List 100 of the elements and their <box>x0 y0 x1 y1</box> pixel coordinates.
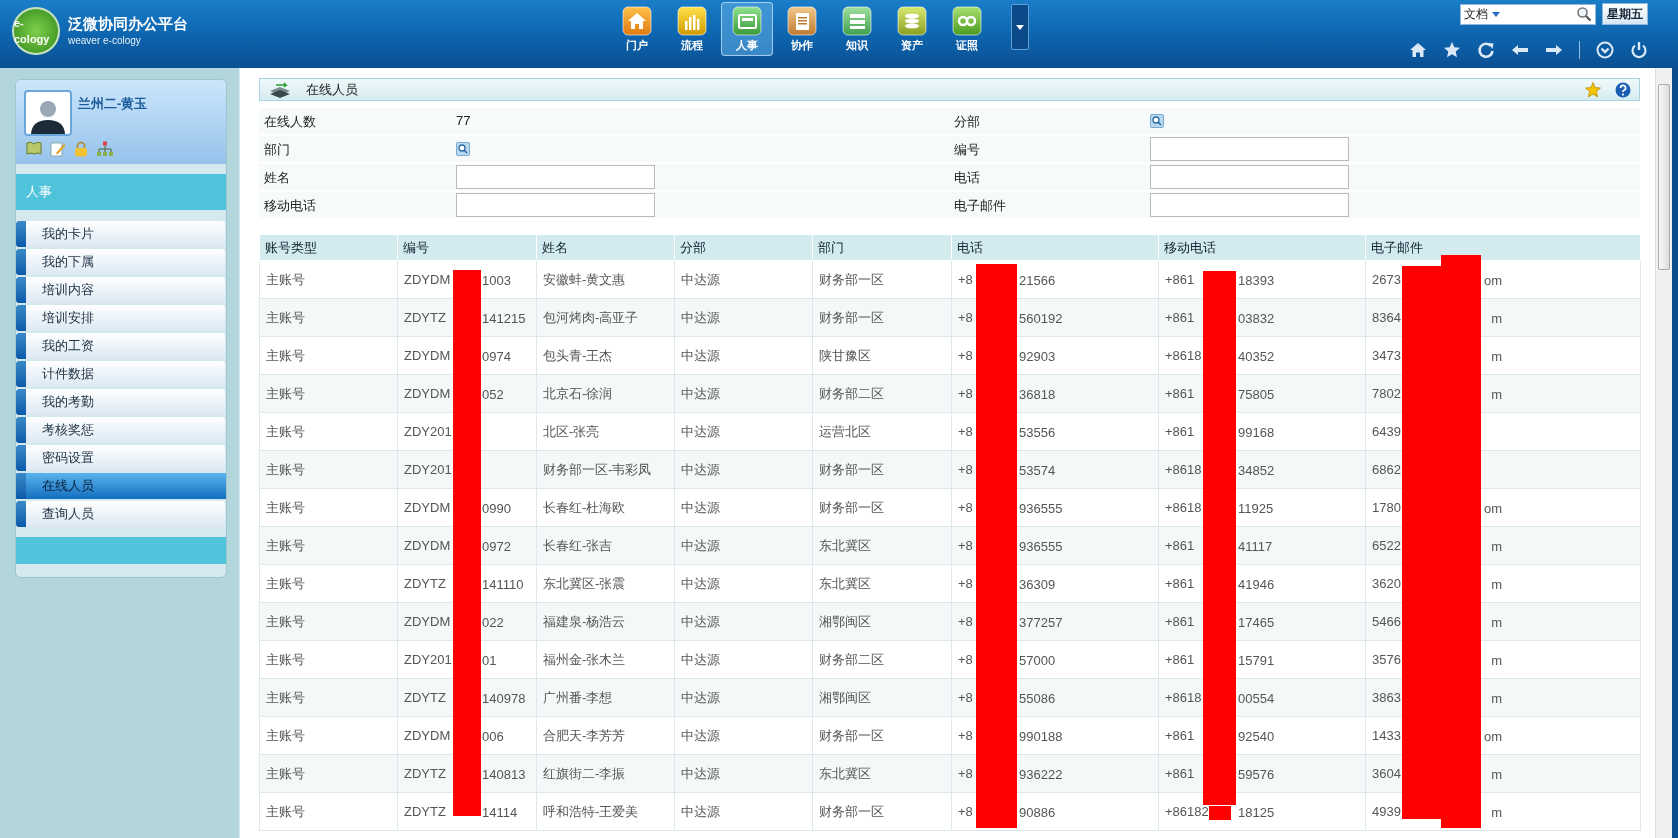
table-cell-text: m <box>1491 576 1502 594</box>
sidebar-item[interactable]: 考核奖惩 <box>16 417 225 443</box>
search-icon[interactable] <box>456 142 470 156</box>
table-cell: 财务部一区 <box>819 803 884 819</box>
input-field[interactable] <box>1150 193 1349 217</box>
sidebar-item[interactable]: 计件数据 <box>16 361 225 387</box>
table-cell-text: m <box>1491 614 1502 632</box>
table-cell: +8 <box>958 613 973 629</box>
chain-link-icon <box>952 6 982 36</box>
input-field[interactable] <box>456 165 655 189</box>
table-cell: +8 <box>958 423 973 439</box>
table-cell-text: 377257 <box>1019 614 1063 632</box>
table-cell: +8 <box>958 803 973 819</box>
sidebar-item[interactable]: 密码设置 <box>16 445 225 471</box>
column-header: 电子邮件 <box>1371 239 1423 255</box>
table-cell: 3863 <box>1372 689 1401 705</box>
table-cell-text: 140978 <box>482 690 526 708</box>
table-cell: ZDYDM <box>404 537 451 553</box>
app-title: 泛微协同办公平台 <box>68 14 188 34</box>
table-cell: 中达源 <box>681 271 720 287</box>
nav-tab[interactable]: 知识 <box>831 2 883 56</box>
table-cell-text: 55086 <box>1019 690 1056 708</box>
input-field[interactable] <box>456 193 655 217</box>
table-cell: +861 <box>1165 575 1195 591</box>
table-cell: ZDYDM <box>404 385 451 401</box>
table-cell-text: 990188 <box>1019 728 1063 746</box>
table-cell: 包头青-王杰 <box>543 347 613 363</box>
table-cell: 中达源 <box>681 575 720 591</box>
table-cell-text: 052 <box>482 386 504 404</box>
search-field[interactable]: 文档 <box>1460 3 1596 25</box>
input-field[interactable] <box>1150 137 1349 161</box>
table-cell-text: 0990 <box>482 500 511 518</box>
table-cell: ZDYDM <box>404 499 451 515</box>
table-cell: +8618 <box>1165 499 1202 515</box>
field-label: 电子邮件 <box>954 198 1006 213</box>
table-cell-text: m <box>1491 348 1502 366</box>
table-cell: ZDYTZ <box>404 575 446 591</box>
table-cell-text: 53556 <box>1019 424 1056 442</box>
table-cell: 主账号 <box>266 765 305 781</box>
table-cell: 长春红-张吉 <box>543 537 613 553</box>
table-cell-text: 36309 <box>1019 576 1056 594</box>
star-icon[interactable] <box>1585 81 1601 98</box>
star-icon[interactable] <box>1443 41 1461 59</box>
table-cell-text: 01 <box>482 652 497 670</box>
table-cell: 6862 <box>1372 461 1401 477</box>
more-button[interactable] <box>1011 4 1029 50</box>
sidebar-item[interactable]: 查询人员 <box>16 501 225 527</box>
column-header: 部门 <box>818 239 844 255</box>
sidebar-item[interactable]: 培训内容 <box>16 277 225 303</box>
table-cell-text: 936222 <box>1019 766 1063 784</box>
nav-tab[interactable]: 流程 <box>666 2 718 56</box>
table-cell-text: 41117 <box>1238 538 1273 556</box>
table-cell: 北京石-徐润 <box>543 385 613 401</box>
sidebar-item[interactable]: 我的工资 <box>16 333 225 359</box>
table-cell: +861 <box>1165 651 1195 667</box>
nav-tab[interactable]: 资产 <box>886 2 938 56</box>
home-icon[interactable] <box>1409 41 1427 59</box>
nav-tab[interactable]: 协作 <box>776 2 828 56</box>
table-cell-text: 41946 <box>1238 576 1275 594</box>
nav-tab[interactable]: 证照 <box>941 2 993 56</box>
field-label: 部门 <box>264 142 290 157</box>
table-cell-text: m <box>1491 310 1502 328</box>
nav-tab[interactable]: 人事 <box>721 2 773 56</box>
table-cell-text: 14114 <box>482 804 518 822</box>
sidebar-item[interactable]: 我的下属 <box>16 249 225 275</box>
lock-icon <box>74 141 88 157</box>
table-cell: 中达源 <box>681 613 720 629</box>
search-icon[interactable] <box>1150 114 1164 128</box>
table-cell: 主账号 <box>266 271 305 287</box>
field-label: 编号 <box>954 142 980 157</box>
table-cell: 财务部一区 <box>819 271 884 287</box>
org-chart-icon <box>96 141 114 157</box>
table-cell: +8618 <box>1165 347 1202 363</box>
weekday-button[interactable]: 星期五 <box>1602 3 1648 25</box>
table-cell: 主账号 <box>266 727 305 743</box>
chevron-circle-icon[interactable] <box>1596 41 1614 59</box>
vertical-scrollbar[interactable] <box>1655 68 1672 838</box>
table-cell-text: 18125 <box>1238 804 1275 822</box>
table-cell: ZDYDM <box>404 613 451 629</box>
table-cell-text: 92540 <box>1238 728 1275 746</box>
power-icon[interactable] <box>1630 41 1648 59</box>
table-cell-text: 006 <box>482 728 504 746</box>
table-cell: 主账号 <box>266 461 305 477</box>
input-field[interactable] <box>1150 165 1349 189</box>
table-cell-text: 022 <box>482 614 504 632</box>
sidebar-item[interactable]: 在线人员 <box>16 473 226 499</box>
table-cell: 中达源 <box>681 765 720 781</box>
table-cell: 主账号 <box>266 537 305 553</box>
sidebar-item[interactable]: 我的考勤 <box>16 389 225 415</box>
logo: e-cology <box>12 7 60 55</box>
table-cell: 合肥天-李芳芳 <box>543 727 626 743</box>
nav-tab[interactable]: 门户 <box>611 2 663 56</box>
table-cell: +8 <box>958 461 973 477</box>
table-cell: 包河烤肉-高亚子 <box>543 309 639 325</box>
table-cell: 北区-张亮 <box>543 423 600 439</box>
help-icon[interactable] <box>1615 81 1631 98</box>
sidebar-item[interactable]: 我的卡片 <box>16 221 225 247</box>
table-cell: 中达源 <box>681 727 720 743</box>
sidebar-item[interactable]: 培训安排 <box>16 305 225 331</box>
refresh-icon[interactable] <box>1477 41 1495 59</box>
